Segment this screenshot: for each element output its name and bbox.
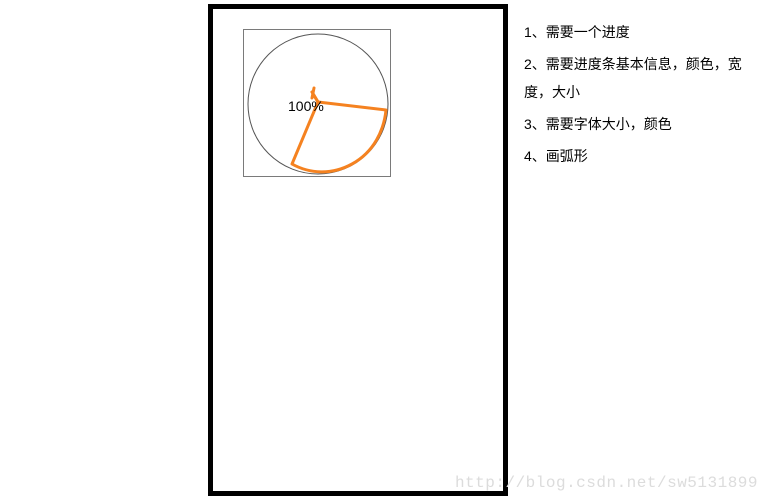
- progress-circle-container: 100%: [243, 29, 391, 177]
- notes-list: 1、需要一个进度 2、需要进度条基本信息，颜色，宽度，大小 3、需要字体大小，颜…: [524, 18, 764, 174]
- note-item-2: 2、需要进度条基本信息，颜色，宽度，大小: [524, 50, 764, 106]
- phone-frame: 100%: [208, 4, 508, 496]
- note-item-4: 4、画弧形: [524, 142, 764, 170]
- watermark-text: http://blog.csdn.net/sw5131899: [455, 474, 758, 492]
- note-item-1: 1、需要一个进度: [524, 18, 764, 46]
- progress-label: 100%: [288, 98, 324, 114]
- note-item-3: 3、需要字体大小，颜色: [524, 110, 764, 138]
